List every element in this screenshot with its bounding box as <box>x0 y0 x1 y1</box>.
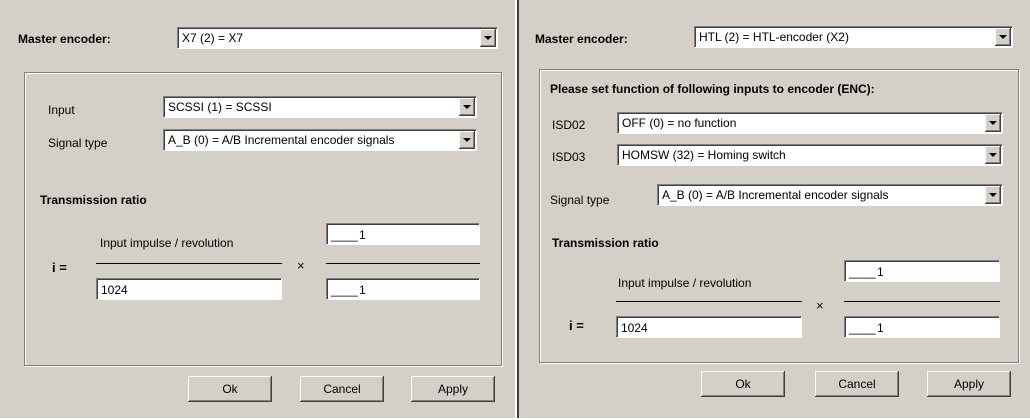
master-encoder-value: X7 (2) = X7 <box>182 31 244 45</box>
isd03-select[interactable]: HOMSW (32) = Homing switch <box>617 144 1003 166</box>
master-encoder-label: Master encoder: <box>535 32 628 46</box>
denominator-prefix: ____ <box>849 321 876 335</box>
chevron-down-icon[interactable] <box>459 131 475 149</box>
transmission-ratio-title: Transmission ratio <box>552 236 659 250</box>
times-sign: × <box>297 258 305 273</box>
input-value: SCSSI (1) = SCSSI <box>168 100 272 114</box>
isd02-select[interactable]: OFF (0) = no function <box>617 112 1003 134</box>
chevron-down-icon[interactable] <box>459 98 475 116</box>
ok-button-label: Ok <box>222 382 238 396</box>
numerator-input[interactable]: ____ 1 <box>844 260 1000 282</box>
isd03-value: HOMSW (32) = Homing switch <box>622 148 786 162</box>
impulse-value: 1024 <box>621 321 648 335</box>
numerator-prefix: ____ <box>849 265 876 279</box>
numerator-value: 1 <box>877 265 884 279</box>
signal-type-label: Signal type <box>550 193 610 207</box>
impulse-label: Input impulse / revolution <box>618 276 752 290</box>
ok-button-label: Ok <box>735 377 751 391</box>
denominator-prefix: ____ <box>331 283 358 297</box>
master-encoder-select[interactable]: HTL (2) = HTL-encoder (X2) <box>694 26 1013 48</box>
fraction-line <box>616 301 802 302</box>
ratio-symbol: i = <box>569 318 584 333</box>
master-encoder-label: Master encoder: <box>18 32 111 46</box>
impulse-input[interactable]: 1024 <box>616 316 802 338</box>
input-select[interactable]: SCSSI (1) = SCSSI <box>163 96 477 118</box>
cancel-button[interactable]: Cancel <box>815 371 899 397</box>
chevron-down-icon[interactable] <box>480 29 496 47</box>
numerator-value: 1 <box>359 228 366 242</box>
signal-type-select[interactable]: A_B (0) = A/B Incremental encoder signal… <box>657 184 1003 206</box>
apply-button[interactable]: Apply <box>411 376 495 402</box>
isd03-label: ISD03 <box>552 150 586 164</box>
right-dialog: Master encoder: HTL (2) = HTL-encoder (X… <box>517 0 1030 418</box>
impulse-value: 1024 <box>101 283 128 297</box>
times-sign: × <box>816 298 824 313</box>
transmission-ratio-title: Transmission ratio <box>40 193 147 207</box>
cancel-button-label: Cancel <box>323 382 361 396</box>
fraction-line-right <box>326 263 480 264</box>
denominator-input[interactable]: ____ 1 <box>844 316 1000 338</box>
master-encoder-select[interactable]: X7 (2) = X7 <box>177 27 498 49</box>
signal-type-value: A_B (0) = A/B Incremental encoder signal… <box>662 188 889 202</box>
chevron-down-icon[interactable] <box>995 28 1011 46</box>
ratio-symbol: i = <box>52 260 67 275</box>
impulse-label: Input impulse / revolution <box>100 236 234 250</box>
denominator-value: 1 <box>877 321 884 335</box>
numerator-input[interactable]: ____ 1 <box>326 223 480 245</box>
impulse-input[interactable]: 1024 <box>96 278 282 300</box>
master-encoder-value: HTL (2) = HTL-encoder (X2) <box>699 30 849 44</box>
numerator-prefix: ____ <box>331 228 358 242</box>
fraction-line-right <box>844 301 1000 302</box>
signal-type-label: Signal type <box>48 136 108 150</box>
cancel-button[interactable]: Cancel <box>300 376 384 402</box>
apply-button-label: Apply <box>437 382 469 396</box>
isd02-label: ISD02 <box>552 118 586 132</box>
ok-button[interactable]: Ok <box>701 371 785 397</box>
chevron-down-icon[interactable] <box>985 146 1001 164</box>
ok-button[interactable]: Ok <box>188 376 272 402</box>
cancel-button-label: Cancel <box>838 377 876 391</box>
denominator-value: 1 <box>359 283 366 297</box>
apply-button[interactable]: Apply <box>927 371 1011 397</box>
fraction-line <box>96 263 282 264</box>
set-function-text: Please set function of following inputs … <box>550 82 875 96</box>
input-label: Input <box>48 103 75 117</box>
denominator-input[interactable]: ____ 1 <box>326 278 480 300</box>
chevron-down-icon[interactable] <box>985 114 1001 132</box>
isd02-value: OFF (0) = no function <box>622 116 737 130</box>
signal-type-value: A_B (0) = A/B Incremental encoder signal… <box>168 133 395 147</box>
left-dialog: Master encoder: X7 (2) = X7 Input SCSSI … <box>0 0 515 418</box>
chevron-down-icon[interactable] <box>985 186 1001 204</box>
signal-type-select[interactable]: A_B (0) = A/B Incremental encoder signal… <box>163 129 477 151</box>
apply-button-label: Apply <box>953 377 985 391</box>
